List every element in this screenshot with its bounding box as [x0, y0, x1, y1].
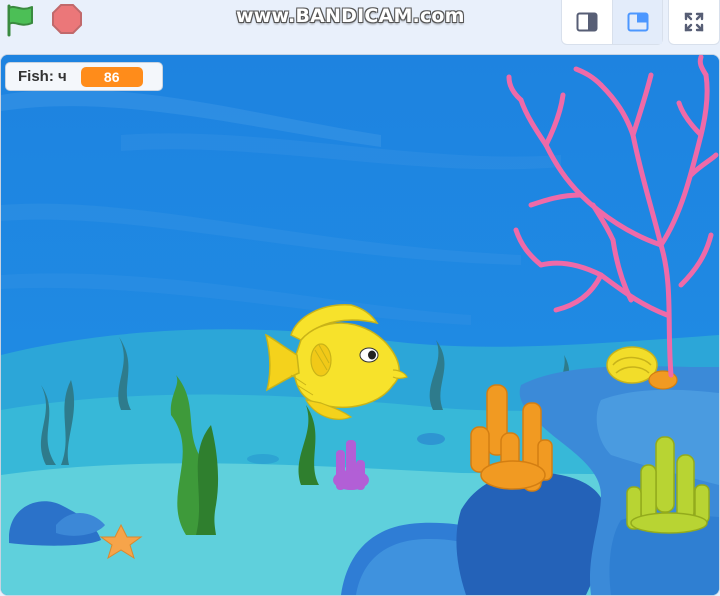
fullscreen-icon[interactable]: [668, 0, 720, 45]
small-stage-icon[interactable]: [562, 0, 611, 44]
underwater-backdrop: [1, 55, 719, 595]
monitor-value: 86: [80, 66, 143, 87]
stage-canvas[interactable]: [0, 54, 720, 596]
watermark-text: www.BANDICAM.com: [236, 5, 465, 27]
green-flag-icon[interactable]: [2, 2, 38, 38]
stage-size-toggle: [561, 0, 663, 45]
monitor-label: Fish: ч: [18, 68, 67, 85]
stage-header: www.BANDICAM.com: [0, 0, 720, 46]
stop-sign-icon[interactable]: [50, 2, 84, 36]
normal-stage-icon[interactable]: [612, 0, 662, 44]
fish-variable-monitor: Fish: ч 86: [5, 62, 163, 91]
